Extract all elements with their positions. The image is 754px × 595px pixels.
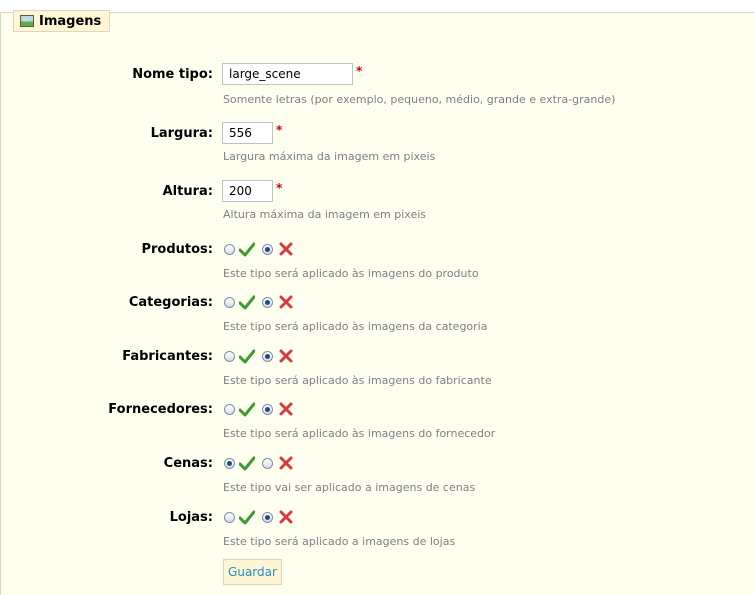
fornecedores-no-radio[interactable] [262,404,273,415]
fabricantes-hint: Este tipo será aplicado às imagens do fa… [223,374,492,387]
fornecedores-yes-radio[interactable] [224,404,235,415]
cross-icon [279,295,293,309]
produtos-label: Produtos: [141,242,213,257]
image-icon [20,15,34,27]
field-row-largura: Largura: * Largura máxima da imagem em p… [0,122,754,163]
check-icon [239,242,255,257]
altura-hint: Altura máxima da imagem em pixeis [223,208,427,221]
cross-icon [279,242,293,256]
cross-icon [279,349,293,363]
nome-tipo-hint: Somente letras (por exemplo, pequeno, mé… [223,93,616,106]
cross-icon [279,402,293,416]
lojas-label: Lojas: [169,510,213,525]
produtos-no-radio[interactable] [262,244,273,255]
cenas-yes-radio[interactable] [224,458,235,469]
toggle-row-categorias: Categorias: Este tipo será aplicado às i… [0,292,754,333]
fabricantes-no-radio[interactable] [262,351,273,362]
fornecedores-hint: Este tipo será aplicado às imagens do fo… [223,427,496,440]
cenas-no-radio[interactable] [262,458,273,469]
field-row-nome-tipo: Nome tipo: * Somente letras (por exemplo… [0,63,754,106]
nome-tipo-input[interactable] [222,63,353,85]
toggle-row-lojas: Lojas: Este tipo será aplicado a imagens… [0,507,754,548]
section-title: Imagens [39,13,102,29]
check-icon [239,402,255,417]
produtos-yes-radio[interactable] [224,244,235,255]
categorias-label: Categorias: [128,295,213,310]
lojas-hint: Este tipo será aplicado a imagens de loj… [223,535,456,548]
altura-input[interactable] [222,180,273,202]
altura-label: Altura: [162,184,213,199]
largura-input[interactable] [222,122,273,144]
check-icon [239,295,255,310]
toggle-row-cenas: Cenas: Este tipo vai ser aplicado a imag… [0,453,754,494]
lojas-no-radio[interactable] [262,512,273,523]
field-row-altura: Altura: * Altura máxima da imagem em pix… [0,180,754,221]
lojas-yes-radio[interactable] [224,512,235,523]
nome-tipo-label: Nome tipo: [132,67,213,82]
check-icon [239,349,255,364]
cross-icon [279,456,293,470]
cenas-label: Cenas: [163,456,213,471]
produtos-hint: Este tipo será aplicado às imagens do pr… [223,267,479,280]
cross-icon [279,510,293,524]
categorias-yes-radio[interactable] [224,297,235,308]
toggle-row-fornecedores: Fornecedores: Este tipo será aplicado às… [0,399,754,440]
categorias-no-radio[interactable] [262,297,273,308]
largura-label: Largura: [150,126,213,141]
toggle-row-fabricantes: Fabricantes: Este tipo será aplicado às … [0,346,754,387]
fabricantes-label: Fabricantes: [122,349,213,364]
toggle-row-produtos: Produtos: Este tipo será aplicado às ima… [0,239,754,280]
cenas-hint: Este tipo vai ser aplicado a imagens de … [223,481,476,494]
largura-hint: Largura máxima da imagem em pixeis [223,150,436,163]
save-button[interactable]: Guardar [223,559,282,585]
check-icon [239,456,255,471]
required-marker: * [276,181,283,195]
categorias-hint: Este tipo será aplicado às imagens da ca… [223,320,488,333]
required-marker: * [276,123,283,137]
required-marker: * [356,64,363,78]
fabricantes-yes-radio[interactable] [224,351,235,362]
check-icon [239,510,255,525]
section-legend: Imagens [13,10,111,32]
fornecedores-label: Fornecedores: [108,402,213,417]
